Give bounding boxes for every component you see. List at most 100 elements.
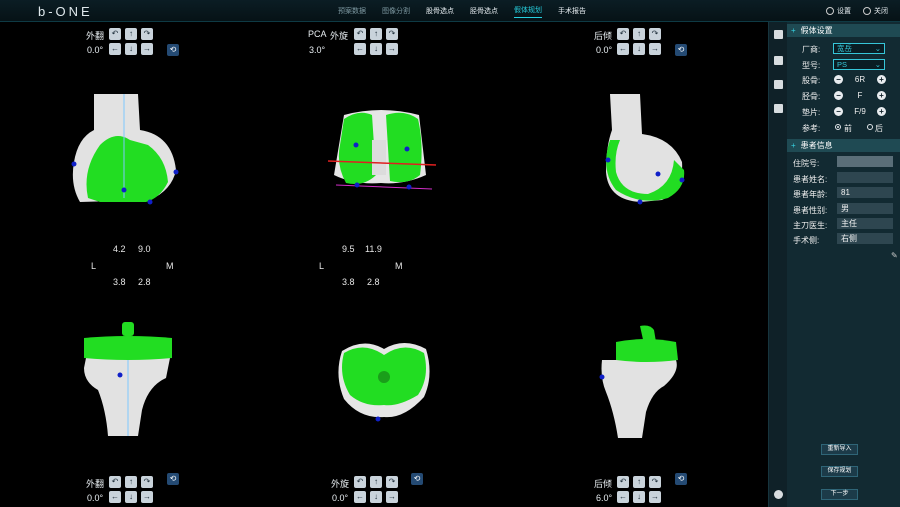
rotate-cw-button[interactable]: ↷ bbox=[649, 476, 661, 488]
reset-icon[interactable]: ⟲ bbox=[167, 44, 179, 56]
femur-minus-button[interactable]: − bbox=[834, 75, 843, 84]
nav-femur-points[interactable]: 股骨选点 bbox=[426, 6, 454, 16]
nav-plan-data[interactable]: 预案数据 bbox=[338, 6, 366, 16]
tibia-size-label: 胫骨: bbox=[802, 92, 821, 101]
up-arrow-button[interactable]: ↑ bbox=[370, 28, 382, 40]
up-arrow-button[interactable]: ↑ bbox=[633, 476, 645, 488]
right-sidebar: + 假体设置 厂商: 宽岳 ⌄ 型号: PS ⌄ 股骨: − 6R + 胫骨: − F… bbox=[787, 22, 900, 507]
tibia-minus-button[interactable]: − bbox=[834, 91, 843, 100]
up-arrow-button[interactable]: ↑ bbox=[125, 28, 137, 40]
femur-size-value: 6R bbox=[854, 75, 866, 84]
down-arrow-button[interactable]: ↓ bbox=[633, 491, 645, 503]
insert-minus-button[interactable]: − bbox=[834, 107, 843, 116]
measure-value: 3.8 bbox=[342, 277, 355, 287]
patient-row-label: 住院号: bbox=[793, 159, 820, 168]
femur-sagittal-view[interactable] bbox=[600, 90, 695, 210]
plus-icon: + bbox=[791, 141, 796, 150]
reference-front-radio[interactable] bbox=[835, 124, 841, 130]
settings-button[interactable]: 设置 bbox=[826, 6, 851, 16]
femur-icon[interactable] bbox=[774, 80, 783, 89]
cube-icon[interactable] bbox=[774, 30, 783, 39]
tibia-plus-button[interactable]: + bbox=[877, 91, 886, 100]
save-plan-button[interactable]: 保存规划 bbox=[821, 466, 858, 477]
rotation-angle: 0.0° bbox=[332, 493, 349, 503]
model-select[interactable]: PS ⌄ bbox=[833, 59, 885, 70]
bone-icon[interactable] bbox=[774, 56, 783, 65]
rotate-cw-button[interactable]: ↷ bbox=[386, 28, 398, 40]
left-arrow-button[interactable]: ← bbox=[617, 43, 629, 55]
left-arrow-button[interactable]: ← bbox=[617, 491, 629, 503]
femur-axial-view[interactable] bbox=[324, 105, 439, 195]
app-logo: b-ONE bbox=[38, 4, 90, 18]
refresh-icon[interactable] bbox=[774, 490, 783, 499]
reset-icon[interactable]: ⟲ bbox=[675, 44, 687, 56]
rotate-cw-button[interactable]: ↷ bbox=[141, 28, 153, 40]
top-bar: b-ONE 预案数据 图像分割 股骨选点 胫骨选点 假体规划 手术报告 设置 关… bbox=[0, 0, 900, 22]
patient-age-value: 81 bbox=[837, 187, 893, 198]
reimport-button[interactable]: 重新导入 bbox=[821, 444, 858, 455]
surgeon-value: 主任 bbox=[837, 218, 893, 229]
nav-tibia-points[interactable]: 胫骨选点 bbox=[470, 6, 498, 16]
close-button[interactable]: 关闭 bbox=[863, 6, 888, 16]
left-arrow-button[interactable]: ← bbox=[354, 43, 366, 55]
patient-row-label: 患者姓名: bbox=[793, 175, 828, 184]
reset-icon[interactable]: ⟲ bbox=[411, 473, 423, 485]
down-arrow-button[interactable]: ↓ bbox=[370, 491, 382, 503]
rotate-ccw-button[interactable]: ↶ bbox=[617, 476, 629, 488]
down-arrow-button[interactable]: ↓ bbox=[370, 43, 382, 55]
down-arrow-button[interactable]: ↓ bbox=[633, 43, 645, 55]
right-arrow-button[interactable]: → bbox=[386, 43, 398, 55]
tibia-coronal-view[interactable] bbox=[78, 320, 178, 438]
tibia-icon[interactable] bbox=[774, 104, 783, 113]
rotate-ccw-button[interactable]: ↶ bbox=[354, 476, 366, 488]
medial-label: M bbox=[166, 261, 174, 271]
reset-icon[interactable]: ⟲ bbox=[167, 473, 179, 485]
nav-implant-plan[interactable]: 假体规划 bbox=[514, 5, 542, 18]
rotate-cw-button[interactable]: ↷ bbox=[649, 28, 661, 40]
measure-value: 9.0 bbox=[138, 244, 151, 254]
down-arrow-button[interactable]: ↓ bbox=[125, 491, 137, 503]
next-step-button[interactable]: 下一步 bbox=[821, 489, 858, 500]
down-arrow-button[interactable]: ↓ bbox=[125, 43, 137, 55]
left-arrow-button[interactable]: ← bbox=[109, 491, 121, 503]
up-arrow-button[interactable]: ↑ bbox=[125, 476, 137, 488]
right-arrow-button[interactable]: → bbox=[649, 43, 661, 55]
measure-value: 9.5 bbox=[342, 244, 355, 254]
manufacturer-select[interactable]: 宽岳 ⌄ bbox=[833, 43, 885, 54]
rotate-ccw-button[interactable]: ↶ bbox=[109, 476, 121, 488]
nav-segmentation[interactable]: 图像分割 bbox=[382, 6, 410, 16]
rotate-ccw-button[interactable]: ↶ bbox=[617, 28, 629, 40]
patient-info-header[interactable]: + 患者信息 bbox=[787, 139, 900, 152]
right-arrow-button[interactable]: → bbox=[649, 491, 661, 503]
rotate-cw-button[interactable]: ↷ bbox=[386, 476, 398, 488]
up-arrow-button[interactable]: ↑ bbox=[370, 476, 382, 488]
measure-value: 2.8 bbox=[138, 277, 151, 287]
up-arrow-button[interactable]: ↑ bbox=[633, 28, 645, 40]
femur-plus-button[interactable]: + bbox=[877, 75, 886, 84]
right-arrow-button[interactable]: → bbox=[386, 491, 398, 503]
tibia-axial-view[interactable] bbox=[334, 335, 434, 425]
nav-report[interactable]: 手术报告 bbox=[558, 6, 586, 16]
reference-back-radio[interactable] bbox=[867, 124, 873, 130]
reset-icon[interactable]: ⟲ bbox=[675, 473, 687, 485]
manufacturer-label: 厂商: bbox=[802, 45, 821, 54]
edit-icon[interactable]: ✎ bbox=[891, 251, 898, 260]
measure-value: 2.8 bbox=[367, 277, 380, 287]
insert-plus-button[interactable]: + bbox=[877, 107, 886, 116]
pca-label: PCA bbox=[308, 29, 327, 39]
rotate-ccw-button[interactable]: ↶ bbox=[354, 28, 366, 40]
power-icon bbox=[863, 7, 871, 16]
right-arrow-button[interactable]: → bbox=[141, 491, 153, 503]
measure-value: 11.9 bbox=[365, 244, 382, 254]
patient-sex-value: 男 bbox=[837, 203, 893, 214]
plus-icon: + bbox=[791, 26, 796, 35]
rotate-ccw-button[interactable]: ↶ bbox=[109, 28, 121, 40]
left-arrow-button[interactable]: ← bbox=[354, 491, 366, 503]
right-arrow-button[interactable]: → bbox=[141, 43, 153, 55]
lateral-label: L bbox=[91, 261, 97, 271]
femur-coronal-view[interactable] bbox=[60, 90, 190, 210]
rotate-cw-button[interactable]: ↷ bbox=[141, 476, 153, 488]
left-arrow-button[interactable]: ← bbox=[109, 43, 121, 55]
tibia-sagittal-view[interactable] bbox=[598, 322, 688, 440]
implant-settings-header[interactable]: + 假体设置 bbox=[787, 24, 900, 37]
